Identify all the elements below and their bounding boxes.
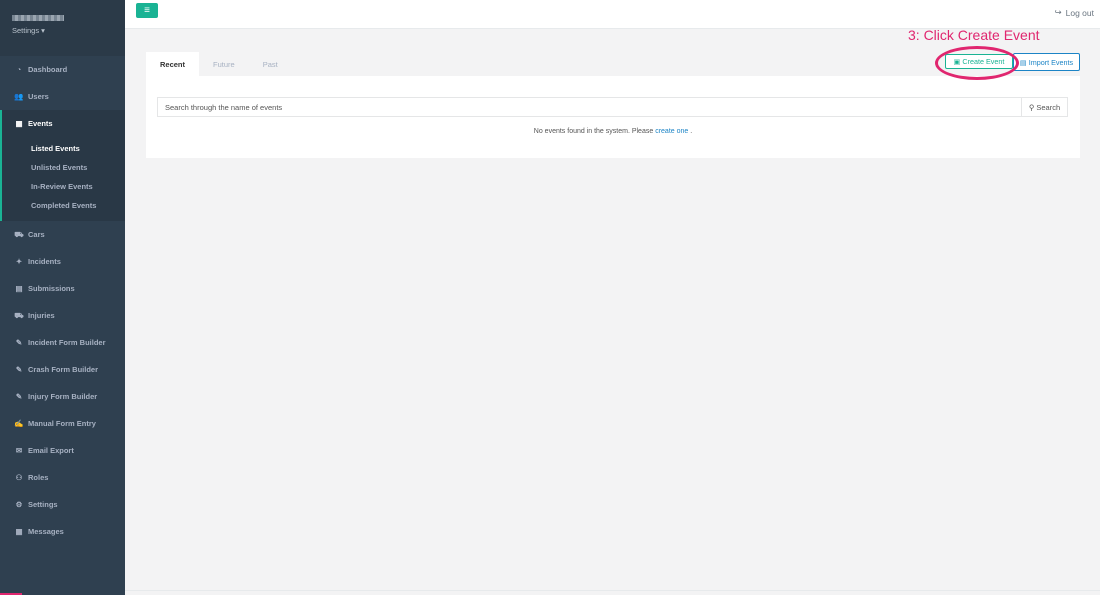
menu-toggle-button[interactable]: ≡: [136, 3, 158, 18]
wrench-icon: ✎: [15, 365, 23, 374]
dashboard-icon: ◔: [16, 65, 22, 74]
sidebar-item-events[interactable]: ▦ Events: [0, 110, 125, 137]
tab-future[interactable]: Future: [199, 52, 249, 76]
search-icon: ⚲: [1028, 102, 1035, 112]
calendar-icon: ▦: [15, 119, 23, 128]
sidebar-item-label: Injuries: [28, 311, 55, 320]
sidebar-item-settings[interactable]: ⚙ Settings: [0, 491, 125, 518]
settings-dropdown[interactable]: Settings ▾: [12, 26, 113, 35]
sidebar-item-messages[interactable]: ▦ Messages: [0, 518, 125, 545]
logout-link[interactable]: ↪ Log out: [1055, 7, 1095, 18]
sidebar-item-dashboard[interactable]: ◔ Dashboard: [0, 56, 125, 83]
sidebar-item-label: Manual Form Entry: [28, 419, 96, 428]
sidebar-item-email-export[interactable]: ✉ Email Export: [0, 437, 125, 464]
empty-state-suffix: .: [690, 128, 693, 135]
sidebar-subitem-unlisted-events[interactable]: Unlisted Events: [2, 158, 125, 177]
envelope-icon: ✉: [15, 446, 23, 455]
sidebar-item-label: Settings: [28, 500, 58, 509]
search-row: ⚲ Search: [157, 97, 1068, 117]
edit-icon: ✍: [14, 419, 24, 428]
sidebar-item-manual-form-entry[interactable]: ✍ Manual Form Entry: [0, 410, 125, 437]
hamburger-icon: ≡: [144, 4, 150, 16]
sidebar-header: Settings ▾: [0, 0, 125, 56]
sidebar-item-injuries[interactable]: ⛟ Injuries: [0, 302, 125, 329]
sidebar-item-label: Injury Form Builder: [28, 392, 98, 401]
sidebar-item-cars[interactable]: ⛟ Cars: [0, 221, 125, 248]
file-import-icon: ▤: [1019, 57, 1027, 67]
crash-icon: ✦: [15, 257, 23, 266]
sidebar-item-crash-form-builder[interactable]: ✎ Crash Form Builder: [0, 356, 125, 383]
top-navbar: ≡ ↪ Log out: [125, 0, 1100, 29]
ambulance-icon: ⛟: [14, 310, 24, 320]
sidebar-item-label: Incident Form Builder: [28, 338, 106, 347]
tutorial-annotation-text: 3: Click Create Event: [908, 27, 1040, 43]
search-button[interactable]: ⚲ Search: [1021, 97, 1068, 117]
logout-label: Log out: [1065, 7, 1094, 18]
calendar-icon: ▦: [15, 527, 23, 536]
sidebar-item-label: Messages: [28, 527, 64, 536]
import-events-label: Import Events: [1028, 57, 1074, 67]
event-tabs: Recent Future Past: [146, 52, 292, 76]
sidebar-item-incident-form-builder[interactable]: ✎ Incident Form Builder: [0, 329, 125, 356]
car-icon: ⛟: [14, 229, 24, 239]
import-events-button[interactable]: ▤ Import Events: [1013, 53, 1080, 71]
sidebar-item-submissions[interactable]: ▤ Submissions: [0, 275, 125, 302]
create-event-label: Create Event: [962, 57, 1005, 66]
sidebar-item-label: Events: [28, 119, 53, 128]
calendar-plus-icon: ▣: [953, 57, 961, 66]
search-button-label: Search: [1036, 102, 1061, 112]
sidebar-item-incidents[interactable]: ✦ Incidents: [0, 248, 125, 275]
user-cog-icon: ⚇: [15, 473, 23, 482]
tab-past[interactable]: Past: [249, 52, 292, 76]
sidebar-subitem-in-review-events[interactable]: In-Review Events: [2, 177, 125, 196]
sidebar-nav: ◔ Dashboard 👥 Users ▦ Events Listed Even…: [0, 56, 125, 545]
sidebar-item-label: Cars: [28, 230, 45, 239]
sidebar: Settings ▾ ◔ Dashboard 👥 Users ▦ Events …: [0, 0, 125, 595]
create-one-link[interactable]: create one: [655, 128, 688, 135]
empty-state-text: No events found in the system. Please: [533, 128, 654, 135]
sidebar-item-roles[interactable]: ⚇ Roles: [0, 464, 125, 491]
events-panel: Recent Future Past ▣ Create Event ▤ Impo…: [146, 52, 1080, 158]
sidebar-item-label: Submissions: [28, 284, 75, 293]
sidebar-subitem-completed-events[interactable]: Completed Events: [2, 196, 125, 215]
gear-icon: ⚙: [15, 500, 23, 509]
footer-divider: [125, 590, 1100, 591]
sign-out-icon: ↪: [1054, 7, 1062, 17]
wrench-icon: ✎: [15, 338, 23, 347]
search-input[interactable]: [157, 97, 1021, 117]
wrench-icon: ✎: [15, 392, 23, 401]
sidebar-item-label: Incidents: [28, 257, 61, 266]
sidebar-item-label: Email Export: [28, 446, 74, 455]
sidebar-subitem-listed-events[interactable]: Listed Events: [2, 139, 125, 158]
sidebar-item-label: Crash Form Builder: [28, 365, 99, 374]
file-icon: ▤: [15, 284, 23, 293]
empty-state-message: No events found in the system. Please cr…: [146, 128, 1080, 135]
tab-recent[interactable]: Recent: [146, 52, 200, 76]
brand-logo: [12, 15, 64, 21]
sidebar-item-label: Users: [28, 92, 49, 101]
sidebar-item-users[interactable]: 👥 Users: [0, 83, 125, 110]
sidebar-item-injury-form-builder[interactable]: ✎ Injury Form Builder: [0, 383, 125, 410]
sidebar-item-label: Roles: [28, 473, 49, 482]
sidebar-item-label: Dashboard: [28, 65, 68, 74]
users-icon: 👥: [14, 92, 24, 101]
create-event-button[interactable]: ▣ Create Event: [945, 54, 1013, 69]
events-submenu: Listed Events Unlisted Events In-Review …: [0, 137, 125, 221]
